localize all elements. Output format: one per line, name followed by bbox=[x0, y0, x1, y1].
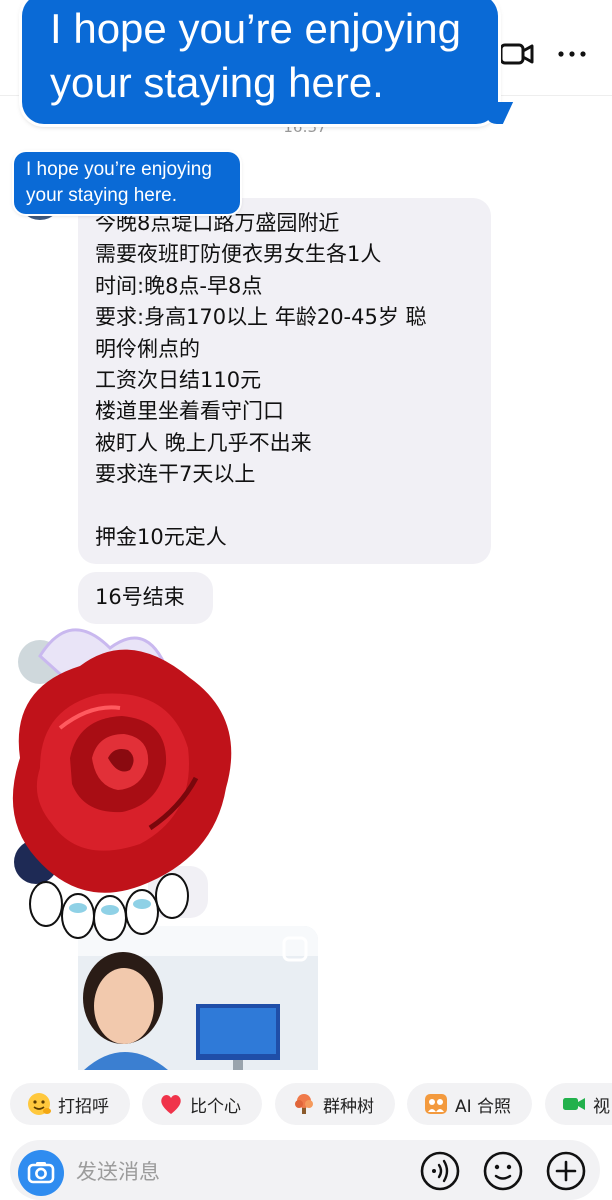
video-icon bbox=[563, 1098, 585, 1110]
chip-label: 群种树 bbox=[323, 1096, 374, 1117]
message-line: 被盯人 晚上几乎不出来 bbox=[95, 430, 312, 455]
chip-label: 视 bbox=[593, 1096, 610, 1117]
message-line bbox=[95, 491, 477, 522]
message-line: 明伶俐点的 bbox=[95, 336, 200, 361]
image-message[interactable] bbox=[78, 926, 318, 1070]
text-sticker-small: I hope you’re enjoying your staying here… bbox=[14, 152, 240, 214]
message-line: 16号结束 bbox=[95, 585, 185, 609]
tree-icon bbox=[295, 1094, 313, 1114]
video-call-icon[interactable] bbox=[499, 40, 535, 68]
message-input[interactable] bbox=[76, 1152, 376, 1192]
message-line: 楼道里坐着看守门口 bbox=[95, 399, 284, 424]
emoji-icon[interactable] bbox=[482, 1150, 524, 1192]
quick-reply-video[interactable]: 视 bbox=[545, 1083, 612, 1125]
message-line: 押金10元定人 bbox=[95, 525, 227, 550]
sticker-small-line: I hope you’re enjoying bbox=[26, 159, 212, 180]
chip-label: 打招呼 bbox=[58, 1096, 109, 1117]
more-horizontal-icon[interactable] bbox=[556, 44, 588, 64]
message-line: 时间:晚8点-早8点 bbox=[95, 273, 263, 298]
wave-emoji-icon bbox=[28, 1093, 51, 1115]
sticker-large-line: I hope you’re enjoying bbox=[50, 5, 461, 52]
camera-icon[interactable] bbox=[18, 1150, 64, 1196]
message-line: 要求:身高170以上 年龄20-45岁 聪 bbox=[95, 305, 427, 330]
text-sticker-large: I hope you’re enjoying your staying here… bbox=[22, 0, 498, 124]
sticker-large-line: your staying here. bbox=[50, 59, 384, 106]
quick-reply-greet[interactable]: 打招呼 bbox=[10, 1083, 130, 1125]
quick-reply-tree[interactable]: 群种树 bbox=[275, 1083, 395, 1125]
quick-reply-heart[interactable]: 比个心 bbox=[142, 1083, 262, 1125]
chip-label: 比个心 bbox=[190, 1096, 241, 1117]
message-line: 需要夜班盯防便衣男女生各1人 bbox=[95, 242, 382, 267]
rose-sticker bbox=[12, 628, 232, 941]
voice-icon[interactable] bbox=[419, 1150, 461, 1192]
photo-thumbnail bbox=[78, 926, 318, 1070]
message-bubble[interactable]: 今晚8点堤口路万盛园附近 需要夜班盯防便衣男女生各1人 时间:晚8点-早8点 要… bbox=[78, 198, 491, 564]
plus-icon[interactable] bbox=[545, 1150, 587, 1192]
ai-photo-icon bbox=[425, 1094, 447, 1114]
message-line: 工资次日结110元 bbox=[95, 368, 262, 393]
heart-icon bbox=[161, 1095, 181, 1114]
chip-label: AI 合照 bbox=[455, 1096, 512, 1117]
message-line: 要求连干7天以上 bbox=[95, 462, 256, 487]
sticker-small-line: your staying here. bbox=[26, 185, 178, 206]
quick-reply-ai-photo[interactable]: AI 合照 bbox=[407, 1083, 532, 1125]
